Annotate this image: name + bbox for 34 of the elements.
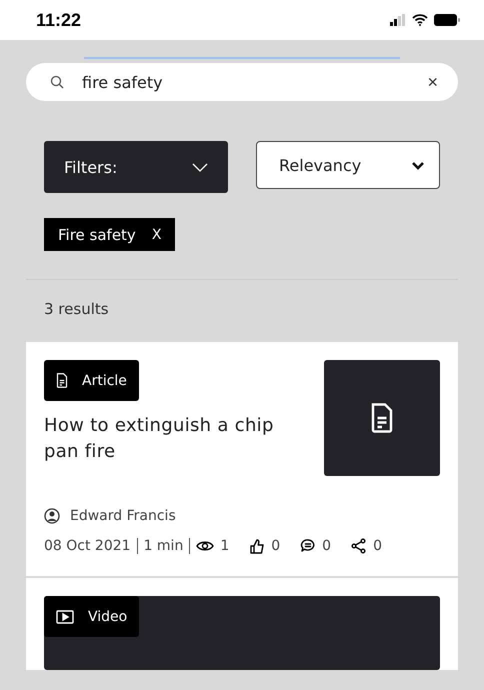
sort-dropdown[interactable]: Relevancy — [256, 141, 440, 189]
type-label: Article — [82, 372, 127, 388]
type-label: Video — [88, 608, 128, 624]
stat-count: 0 — [271, 538, 280, 554]
card-title[interactable]: How to extinguish a chip pan fire — [44, 413, 304, 465]
play-icon — [56, 610, 74, 624]
author-name: Edward Francis — [70, 508, 176, 524]
signal-icon — [390, 14, 406, 26]
wifi-icon — [412, 14, 428, 26]
filters-dropdown[interactable]: Filters: — [44, 141, 228, 193]
document-icon — [56, 373, 68, 388]
chevron-icon — [192, 162, 208, 172]
search-field[interactable]: fire safety × — [26, 63, 458, 101]
chevron-icon — [411, 160, 425, 170]
thumbs-up-icon — [249, 538, 266, 554]
search-icon — [50, 75, 64, 89]
read-time: 1 min — [144, 538, 184, 554]
result-card[interactable]: Video — [26, 578, 458, 670]
battery-icon — [434, 14, 460, 26]
stat-count: 0 — [373, 538, 382, 554]
share-icon — [351, 538, 368, 554]
results-count: 3 results — [44, 300, 110, 318]
remove-chip-button[interactable]: X — [152, 226, 162, 242]
status-time: 11:22 — [36, 10, 82, 30]
publish-date: 08 Oct 2021 — [44, 538, 131, 554]
comment-icon — [300, 538, 316, 554]
user-icon — [44, 508, 60, 524]
chip-label: Fire safety — [58, 226, 136, 244]
clear-button[interactable]: × — [427, 72, 438, 92]
stat-count: 0 — [322, 538, 332, 554]
document-icon — [370, 403, 394, 433]
result-card[interactable]: Article How to extinguish a chip pan fire Edward Francis 08 Oct 2021 1 min 1 0 0 0 — [26, 342, 458, 576]
stat-count: 1 — [220, 538, 230, 554]
eye-icon — [196, 540, 214, 552]
